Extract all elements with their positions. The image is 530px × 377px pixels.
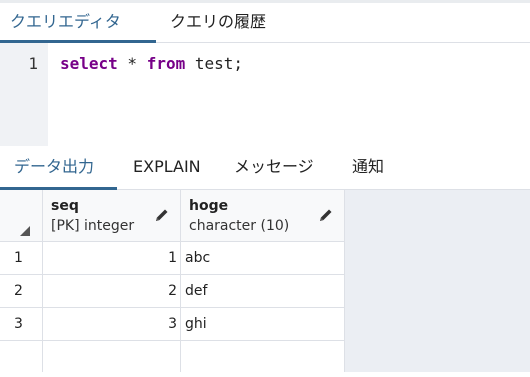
row-number-cell[interactable]: 2 bbox=[0, 275, 43, 308]
tab-query-editor[interactable]: クエリエディタ bbox=[0, 3, 156, 43]
grid-corner[interactable] bbox=[0, 190, 43, 242]
code-token-star: * bbox=[117, 54, 147, 73]
keyword-from: from bbox=[146, 54, 186, 73]
sql-editor[interactable]: 1 select * from test; bbox=[0, 43, 530, 146]
column-name: hoge bbox=[189, 198, 229, 214]
cell-hoge[interactable]: abc bbox=[181, 242, 345, 275]
cell-seq[interactable]: 2 bbox=[43, 275, 181, 308]
column-header-seq[interactable]: seq [PK] integer bbox=[43, 190, 181, 242]
cell-hoge[interactable]: ghi bbox=[181, 308, 345, 341]
tab-query-history[interactable]: クエリの履歴 bbox=[170, 3, 266, 43]
editor-tab-bar: クエリエディタ クエリの履歴 bbox=[0, 3, 530, 43]
new-row-cell-seq[interactable] bbox=[43, 341, 181, 374]
tab-explain[interactable]: EXPLAIN bbox=[133, 146, 201, 190]
tab-data-output[interactable]: データ出力 bbox=[0, 146, 117, 190]
tab-messages[interactable]: メッセージ bbox=[234, 146, 314, 190]
column-name: seq bbox=[51, 198, 79, 214]
output-tab-bar: データ出力 EXPLAIN メッセージ 通知 bbox=[0, 146, 530, 190]
cell-hoge[interactable]: def bbox=[181, 275, 345, 308]
pencil-icon[interactable] bbox=[318, 207, 334, 223]
sql-code-line[interactable]: select * from test; bbox=[60, 54, 243, 73]
new-row-cell-hoge[interactable] bbox=[181, 341, 345, 374]
code-token-table: test; bbox=[185, 54, 244, 73]
pencil-icon[interactable] bbox=[154, 207, 170, 223]
row-number-cell[interactable]: 1 bbox=[0, 242, 43, 275]
row-number-cell[interactable]: 3 bbox=[0, 308, 43, 341]
cell-seq[interactable]: 3 bbox=[43, 308, 181, 341]
grid-bottom-margin bbox=[0, 372, 530, 377]
column-type: character (10) bbox=[189, 218, 290, 234]
column-type: [PK] integer bbox=[51, 218, 135, 234]
tab-notifications[interactable]: 通知 bbox=[352, 146, 384, 190]
keyword-select: select bbox=[60, 54, 118, 73]
select-all-triangle-icon[interactable] bbox=[20, 226, 30, 236]
result-grid: seq [PK] integer hoge character (10) 1 1… bbox=[0, 190, 530, 377]
new-row-number-cell[interactable] bbox=[0, 341, 43, 374]
line-number-gutter: 1 bbox=[0, 43, 48, 146]
column-header-hoge[interactable]: hoge character (10) bbox=[181, 190, 345, 242]
line-number: 1 bbox=[28, 54, 38, 73]
cell-seq[interactable]: 1 bbox=[43, 242, 181, 275]
